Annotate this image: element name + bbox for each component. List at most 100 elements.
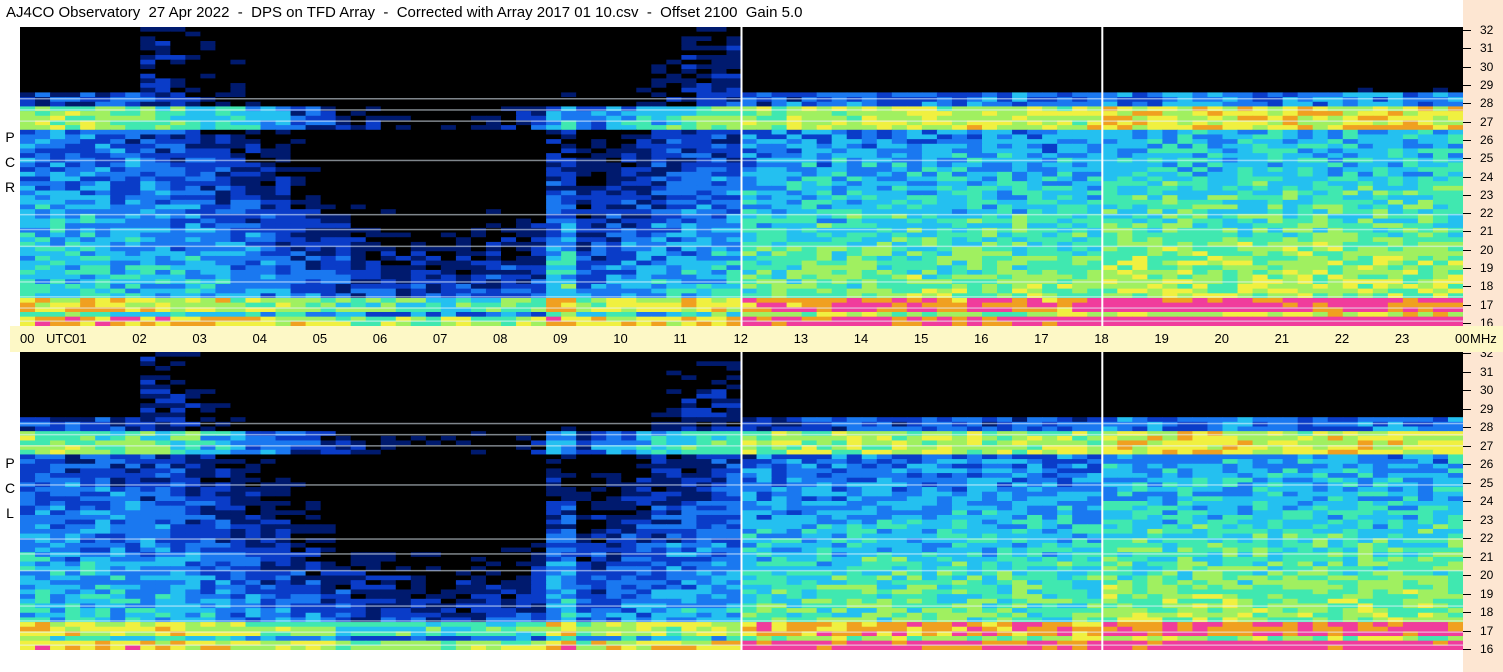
heatmap-cell xyxy=(245,176,262,182)
heatmap-cell xyxy=(666,167,682,173)
heatmap-cell xyxy=(936,181,953,187)
heatmap-cell xyxy=(771,167,788,173)
heatmap-cell xyxy=(711,251,728,257)
heatmap-cell xyxy=(801,45,818,51)
heatmap-cell xyxy=(395,50,412,56)
heatmap-cell xyxy=(35,195,51,201)
heatmap-cell xyxy=(997,167,1013,173)
heatmap-cell xyxy=(470,50,487,56)
heatmap-cell xyxy=(786,255,803,262)
heatmap-cell xyxy=(35,171,51,178)
heatmap-cell xyxy=(1357,167,1374,173)
heatmap-cell xyxy=(80,83,96,89)
heatmap-cell xyxy=(80,232,96,238)
heatmap-cell xyxy=(891,246,908,252)
heatmap-cell xyxy=(966,190,983,196)
heatmap-cell xyxy=(1372,83,1389,89)
heatmap-cell xyxy=(1267,190,1284,196)
heatmap-cell xyxy=(936,223,953,229)
heatmap-cell xyxy=(1282,31,1299,37)
heatmap-cell xyxy=(831,92,848,98)
heatmap-cell xyxy=(1237,115,1254,122)
heatmap-cell xyxy=(350,55,367,61)
heatmap-cell xyxy=(997,125,1013,131)
heatmap-cell xyxy=(185,106,201,112)
heatmap-cell xyxy=(35,92,51,98)
heatmap-cell xyxy=(1192,36,1209,42)
heatmap-cell xyxy=(771,101,788,108)
heatmap-cell xyxy=(245,97,262,103)
heatmap-cell xyxy=(997,190,1013,196)
heatmap-cell xyxy=(1162,115,1179,122)
heatmap-cell xyxy=(1237,167,1254,173)
heatmap-cell xyxy=(365,69,382,75)
heatmap-cell xyxy=(425,204,442,210)
heatmap-cell xyxy=(95,101,111,108)
heatmap-cell xyxy=(455,265,472,271)
heatmap-cell xyxy=(35,251,51,257)
heatmap-cell xyxy=(95,199,111,206)
heatmap-cell xyxy=(1282,111,1299,117)
heatmap-cell xyxy=(816,59,833,65)
heatmap-cell xyxy=(1102,143,1118,150)
heatmap-cell xyxy=(410,171,427,178)
heatmap-cell xyxy=(1162,223,1179,229)
heatmap-cell xyxy=(831,41,848,47)
heatmap-cell xyxy=(350,106,367,112)
heatmap-cell xyxy=(591,190,607,196)
heatmap-cell xyxy=(741,27,758,33)
heatmap-cell xyxy=(786,251,803,257)
heatmap-cell xyxy=(891,199,908,206)
heatmap-cell xyxy=(260,246,277,252)
heatmap-cell xyxy=(876,92,893,98)
heatmap-cell xyxy=(470,92,487,98)
heatmap-cell xyxy=(1297,181,1314,187)
heatmap-cell xyxy=(80,106,96,112)
heatmap-cell xyxy=(846,78,863,84)
heatmap-cell xyxy=(1117,87,1133,93)
heatmap-cell xyxy=(215,176,232,182)
heatmap-cell xyxy=(591,125,607,131)
heatmap-cell xyxy=(95,218,111,224)
heatmap-cell xyxy=(1087,115,1103,122)
heatmap-cell xyxy=(1177,255,1194,262)
heatmap-cell xyxy=(80,227,96,234)
heatmap-cell xyxy=(651,78,667,84)
heatmap-cell xyxy=(756,246,773,252)
heatmap-cell xyxy=(531,55,547,61)
heatmap-cell xyxy=(455,171,472,178)
heatmap-cell xyxy=(1222,78,1239,84)
heatmap-cell xyxy=(621,246,637,252)
heatmap-cell xyxy=(350,199,367,206)
heatmap-cell xyxy=(726,265,743,271)
heatmap-cell xyxy=(666,97,682,103)
heatmap-cell xyxy=(921,73,938,79)
heatmap-cell xyxy=(576,148,592,154)
heatmap-cell xyxy=(936,73,953,79)
heatmap-cell xyxy=(365,115,382,122)
heatmap-cell xyxy=(1387,111,1404,117)
heatmap-cell xyxy=(531,260,547,266)
heatmap-cell xyxy=(786,209,803,215)
heatmap-cell xyxy=(95,129,111,136)
heatmap-cell xyxy=(1327,134,1344,140)
heatmap-cell xyxy=(1402,45,1419,51)
heatmap-cell xyxy=(1432,134,1449,140)
heatmap-cell xyxy=(906,209,923,215)
heatmap-cell xyxy=(485,246,502,252)
heatmap-cell xyxy=(320,125,337,131)
heatmap-cell xyxy=(1087,111,1103,117)
heatmap-cell xyxy=(20,181,36,187)
heatmap-cell xyxy=(410,115,427,122)
heatmap-cell xyxy=(290,27,307,33)
heatmap-cell xyxy=(110,251,126,257)
heatmap-cell xyxy=(966,59,983,65)
heatmap-cell xyxy=(951,92,968,98)
heatmap-cell xyxy=(1027,101,1043,108)
heatmap-cell xyxy=(365,27,382,33)
heatmap-cell xyxy=(80,171,96,178)
heatmap-cell xyxy=(395,106,412,112)
heatmap-cell xyxy=(1087,87,1103,93)
heatmap-cell xyxy=(140,36,156,42)
heatmap-cell xyxy=(1342,69,1359,75)
